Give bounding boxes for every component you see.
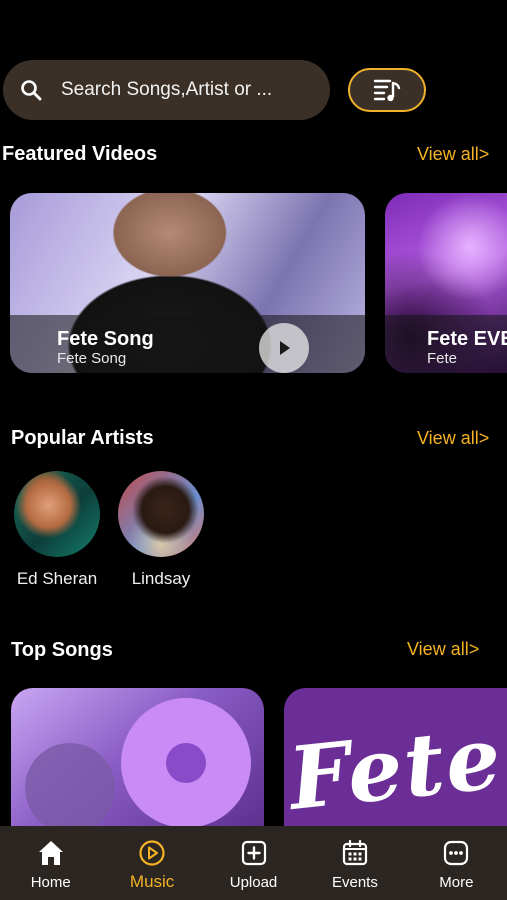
tab-more[interactable]: More [406,826,507,900]
avatar [118,471,204,557]
featured-video-card[interactable]: Fete Song Fete Song [10,193,365,373]
play-icon [280,341,290,355]
video-subtitle: Fete Song [57,350,127,367]
bottom-tab-bar: Home Music Upload Events More [0,826,507,900]
featured-video-card[interactable]: Fete EVE Fete [385,193,507,373]
tab-label: Home [30,874,71,891]
playlist-button[interactable] [348,68,426,112]
tab-home[interactable]: Home [0,826,101,900]
view-all-artists[interactable]: View all> [417,428,489,449]
plus-square-icon [241,840,266,866]
tab-upload[interactable]: Upload [203,826,304,900]
song-card[interactable]: Fete [284,688,507,838]
section-title-top-songs: Top Songs [11,639,113,661]
tab-label: Music [129,872,175,891]
artist-item[interactable]: Ed Sheran [7,471,107,589]
section-title-featured: Featured Videos [2,143,158,165]
calendar-icon [342,839,368,866]
view-all-featured[interactable]: View all> [417,144,489,165]
artist-name: Ed Sheran [16,569,98,588]
more-icon [444,840,469,866]
avatar [14,471,100,557]
video-title: Fete Song [57,328,154,350]
search-input[interactable]: Search Songs,Artist or ... [61,79,272,101]
search-bar[interactable]: Search Songs,Artist or ... [3,60,330,120]
artist-name: Lindsay [131,569,191,588]
artist-item[interactable]: Lindsay [111,471,211,589]
vinyl-disc [121,698,251,828]
home-icon [38,841,63,865]
section-title-artists: Popular Artists [11,427,154,449]
play-circle-icon [139,840,165,866]
tab-music[interactable]: Music [101,826,202,900]
video-title: Fete EVE [427,328,507,350]
video-subtitle: Fete [427,350,458,367]
tab-label: Upload [229,874,278,891]
view-all-top-songs[interactable]: View all> [407,639,479,660]
song-card[interactable] [11,688,264,838]
play-button[interactable] [259,323,309,373]
search-icon [21,80,42,101]
tab-events[interactable]: Events [304,826,405,900]
artwork-text: Fete [284,706,507,830]
tab-label: Events [331,874,378,891]
song-artwork: Fete [284,688,507,838]
tab-label: More [439,874,474,891]
music-list-icon [373,79,401,102]
